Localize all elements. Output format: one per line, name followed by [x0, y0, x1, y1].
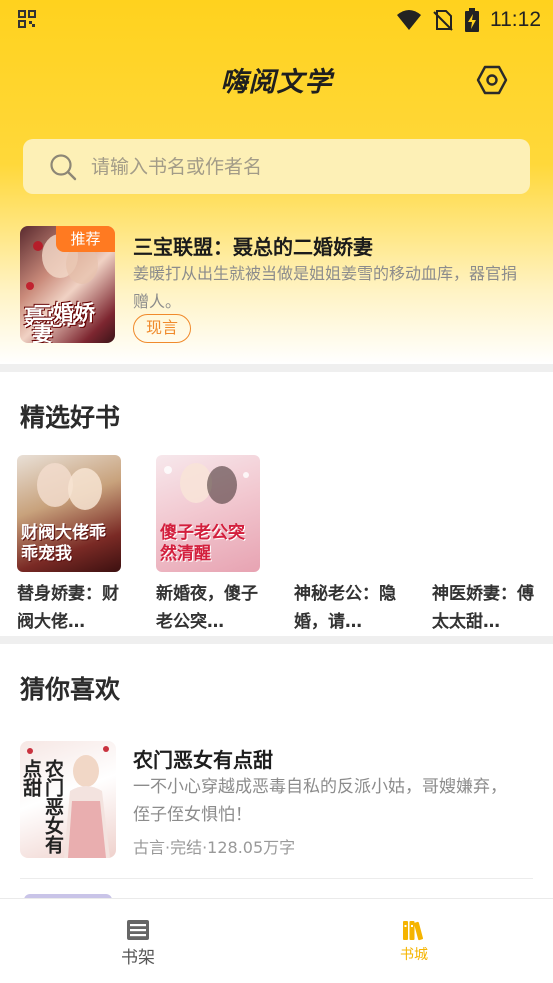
book-title[interactable]: 神医娇妻：傅太太甜… [432, 580, 536, 636]
no-sim-icon [433, 10, 453, 31]
section-title-guess: 猜你喜欢 [20, 675, 121, 704]
book-cover-placeholder[interactable] [432, 455, 536, 572]
wifi-icon [397, 10, 421, 30]
rec-book-meta: 古言·完结·128.05万字 [133, 838, 296, 857]
featured-book[interactable]: 聂总的 二婚娇妻 推荐 三宝联盟：聂总的二婚娇妻 姜暖打从出生就被当做是姐姐姜雪… [20, 226, 533, 344]
search-bar[interactable] [23, 139, 530, 194]
featured-book-description: 姜暖打从出生就被当做是姐姐姜雪的移动血库，器官捐赠人。 [133, 264, 518, 311]
tab-label-bookshelf: 书架 [121, 948, 155, 968]
status-time: 11:12 [490, 8, 541, 31]
book-title[interactable]: 新婚夜，傻子老公突… [156, 580, 260, 636]
search-icon [50, 153, 77, 180]
cover-title: 财阀大佬乖乖宠我 [21, 523, 106, 564]
bottom-tab-bar: 书架 书城 [0, 898, 553, 983]
rec-book-title[interactable]: 农门恶女有点甜 [133, 744, 273, 773]
book-card[interactable]: 财阀大佬乖乖宠我 替身娇妻：财阀大佬… [17, 455, 135, 636]
recommend-badge: 推荐 [56, 226, 115, 252]
status-bar: 11:12 [0, 0, 553, 40]
book-card[interactable]: 神医娇妻：傅太太甜… [432, 455, 550, 636]
featured-book-title[interactable]: 三宝联盟：聂总的二婚娇妻 [133, 231, 373, 260]
book-title[interactable]: 替身娇妻：财阀大佬… [17, 580, 121, 636]
divider [20, 878, 533, 879]
rec-book-description: 一不小心穿越成恶毒自私的反派小姑，哥嫂嫌弃，侄子侄女惧怕！ [133, 777, 507, 825]
book-cover[interactable]: 财阀大佬乖乖宠我 [17, 455, 121, 572]
battery-charging-icon [465, 8, 479, 32]
tab-bookstore[interactable]: 书城 [354, 899, 474, 983]
book-cover-placeholder[interactable] [294, 455, 398, 572]
settings-gear-icon[interactable] [476, 64, 508, 96]
cover-title-line-2: 二婚娇妻 [32, 301, 95, 344]
search-input[interactable] [91, 155, 491, 178]
bookshelf-icon [127, 920, 149, 940]
bookstore-icon [403, 921, 424, 941]
app-title: 嗨阅文学 [220, 67, 333, 98]
rec-book-cover[interactable]: 农门恶女有点甜 [20, 741, 116, 858]
cover-title: 农门恶女有点甜 [20, 759, 64, 854]
tab-bookshelf[interactable]: 书架 [78, 899, 198, 983]
book-cover[interactable]: 傻子老公突然清醒 [156, 455, 260, 572]
picks-section: 精选好书 财阀大佬乖乖宠我 替身娇妻：财阀大佬… 傻子老公突然清醒 新婚夜，傻子… [0, 372, 553, 636]
cover-title: 傻子老公突然清醒 [160, 523, 245, 564]
genre-tag[interactable]: 现言 [133, 314, 192, 343]
book-title[interactable]: 神秘老公：隐婚，请… [294, 580, 398, 636]
qr-scan-icon [18, 10, 36, 28]
section-title-picks: 精选好书 [20, 403, 121, 432]
book-card[interactable]: 傻子老公突然清醒 新婚夜，傻子老公突… [156, 455, 274, 636]
tab-label-bookstore: 书城 [400, 947, 428, 963]
guess-section: 猜你喜欢 农门恶女有点甜 农门恶女有点甜 一不小心穿越成恶毒自私的反派小姑，哥嫂… [0, 644, 553, 900]
book-card[interactable]: 神秘老公：隐婚，请… [294, 455, 412, 636]
